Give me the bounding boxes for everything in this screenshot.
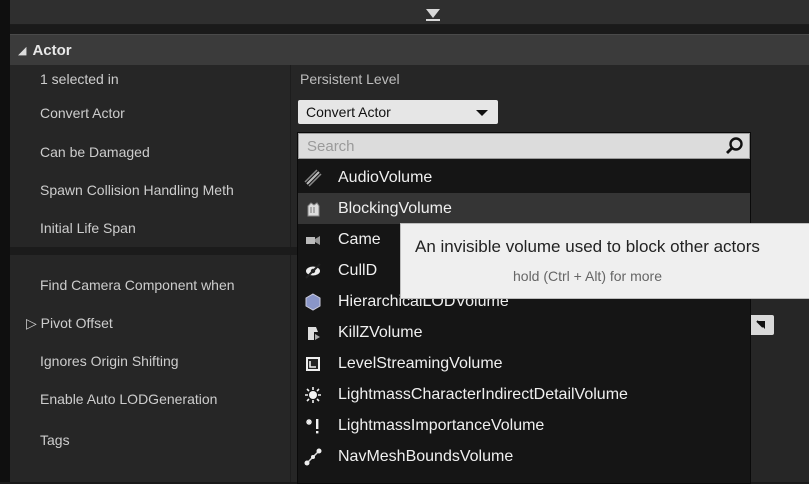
reset-arrow-icon — [756, 320, 765, 329]
row-label: Tags — [40, 432, 70, 448]
expand-triangle-icon[interactable]: ◢ — [18, 44, 26, 57]
level-value: Persistent Level — [300, 71, 400, 87]
dropdown-item[interactable]: LightmassCharacterIndirectDetailVolume — [298, 379, 750, 410]
item-label: LightmassImportanceVolume — [338, 416, 545, 434]
item-label: LevelStreamingVolume — [338, 354, 503, 372]
item-label: CullD — [338, 261, 378, 279]
tooltip-text: An invisible volume used to block other … — [415, 237, 760, 256]
category-title: Actor — [32, 41, 72, 59]
item-tooltip: An invisible volume used to block other … — [400, 223, 809, 299]
dropdown-item[interactable]: LightmassImportanceVolume — [298, 410, 750, 441]
camera-volume-icon — [303, 230, 323, 250]
row-label: Initial Life Span — [40, 220, 136, 236]
row-label: Can be Damaged — [40, 144, 150, 160]
collapse-bar-icon — [426, 19, 440, 21]
column-divider[interactable] — [290, 65, 291, 482]
dropdown-item[interactable]: KillZVolume — [298, 317, 750, 348]
category-header-actor[interactable]: ◢ Actor — [10, 34, 809, 66]
details-panel: ◢ Actor 1 selected in Persistent Level C… — [0, 0, 809, 484]
row-label: Spawn Collision Handling Meth — [40, 182, 234, 198]
convert-actor-dropdown: Search AudioVolume BlockingVolume Came C… — [297, 132, 751, 484]
search-placeholder: Search — [307, 138, 355, 155]
item-label: AudioVolume — [338, 168, 433, 186]
convert-actor-combo[interactable]: Convert Actor — [298, 100, 498, 124]
search-icon[interactable] — [725, 136, 745, 156]
navmesh-bounds-volume-icon — [303, 447, 323, 467]
row-label: Find Camera Component when — [40, 277, 235, 293]
chevron-down-icon — [476, 110, 488, 116]
dropdown-item[interactable]: AudioVolume — [298, 162, 750, 193]
item-label: KillZVolume — [338, 323, 423, 341]
row-label: ▷ Pivot Offset — [26, 315, 113, 331]
killz-volume-icon — [303, 323, 323, 343]
dropdown-item[interactable]: BlockingVolume — [298, 193, 750, 224]
panel-edge — [0, 0, 10, 482]
audio-volume-icon — [303, 168, 323, 188]
row-label: 1 selected in — [40, 71, 119, 87]
item-label: BlockingVolume — [338, 199, 452, 217]
hlod-volume-icon — [303, 292, 323, 312]
reset-to-default-button[interactable] — [748, 315, 774, 335]
level-streaming-volume-icon — [303, 354, 323, 374]
lightmass-character-volume-icon — [303, 385, 323, 405]
row-label: Ignores Origin Shifting — [40, 353, 179, 369]
lightmass-importance-volume-icon — [303, 416, 323, 436]
tooltip-hint: hold (Ctrl + Alt) for more — [513, 268, 662, 284]
dropdown-item[interactable]: LevelStreamingVolume — [298, 348, 750, 379]
dropdown-item[interactable]: NavMeshBoundsVolume — [298, 441, 750, 472]
blocking-volume-icon — [303, 199, 323, 219]
collapse-arrow-icon[interactable] — [426, 9, 440, 18]
search-input[interactable]: Search — [298, 133, 750, 159]
item-label: LightmassCharacterIndirectDetailVolume — [338, 385, 628, 403]
item-label: Came — [338, 230, 381, 248]
row-label: Convert Actor — [40, 105, 125, 121]
combo-value: Convert Actor — [306, 104, 391, 120]
pivot-offset-label: Pivot Offset — [40, 315, 113, 331]
cull-distance-volume-icon — [303, 261, 323, 281]
row-label: Enable Auto LODGeneration — [40, 391, 218, 407]
item-label: NavMeshBoundsVolume — [338, 447, 514, 465]
collapse-strip[interactable] — [10, 0, 809, 25]
